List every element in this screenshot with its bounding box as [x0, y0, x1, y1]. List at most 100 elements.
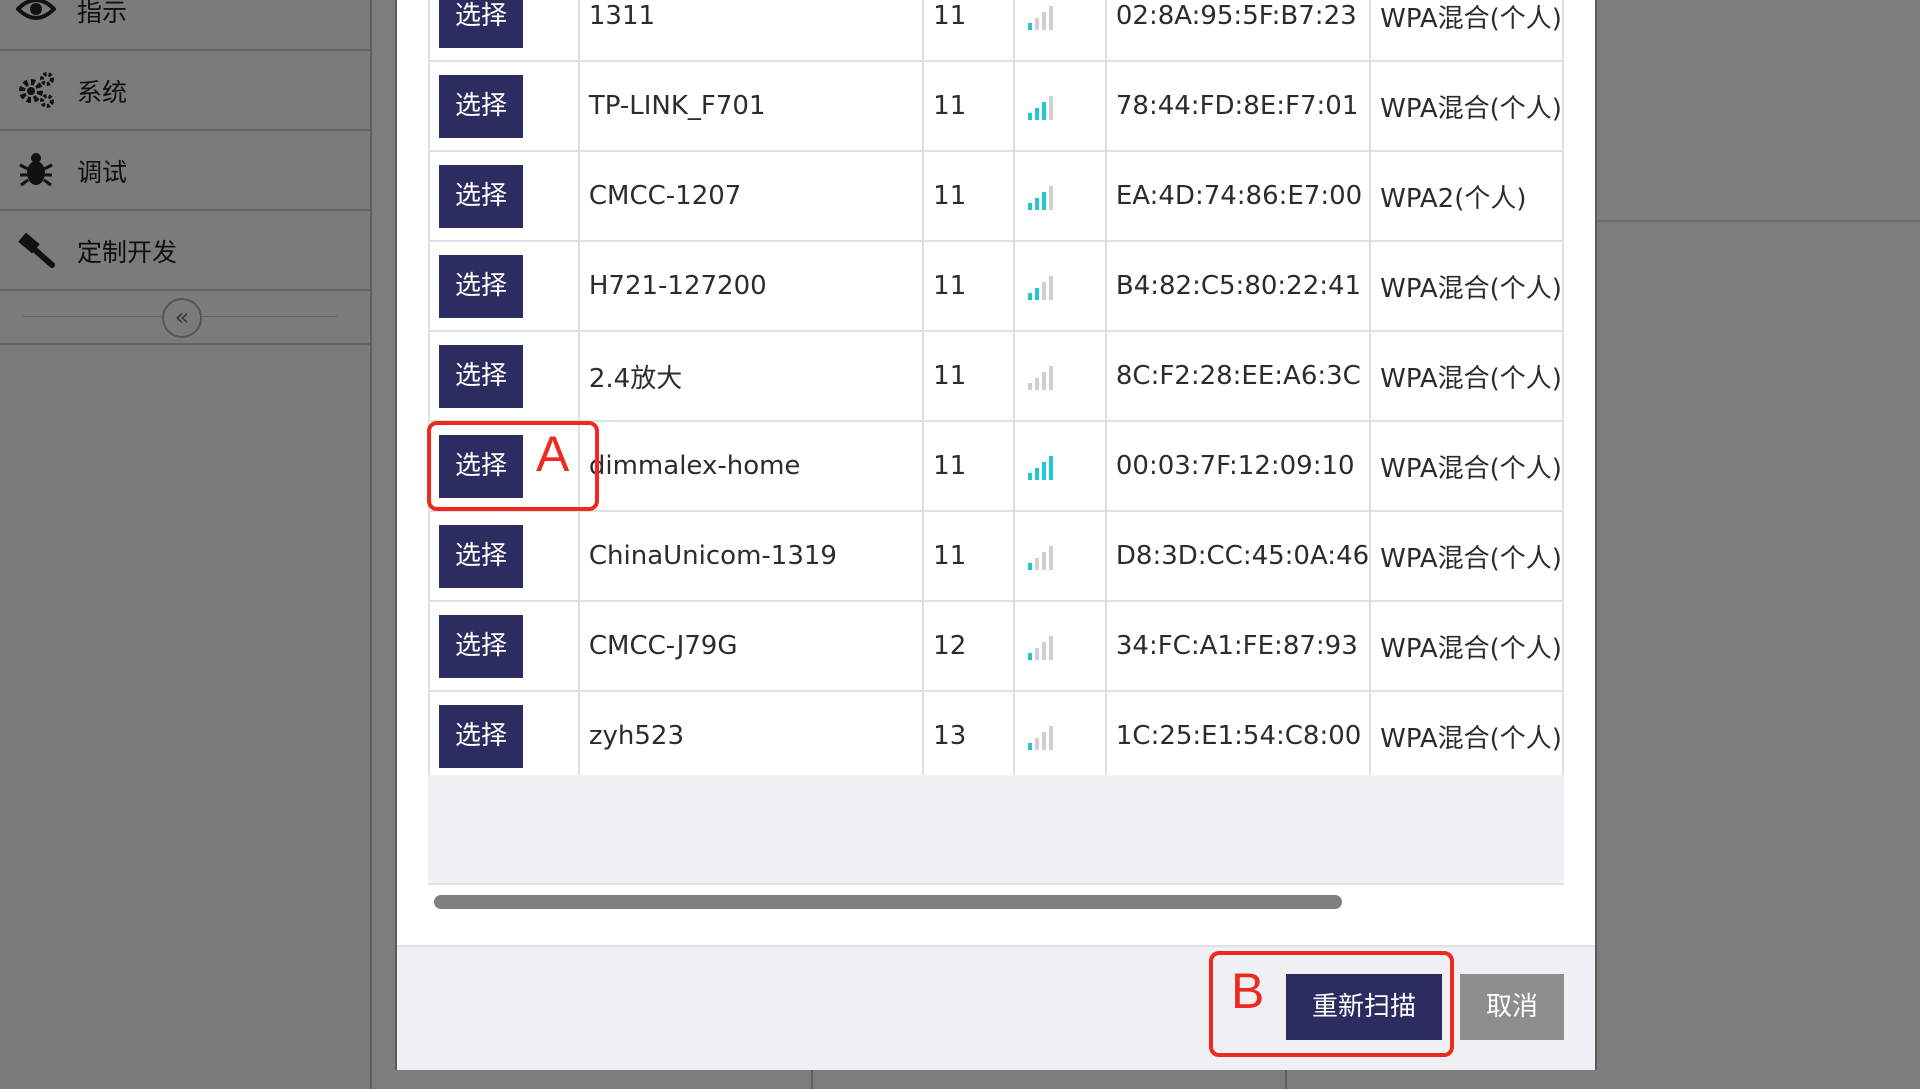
security-cell: WPA混合(个人): [1370, 61, 1564, 152]
select-network-button[interactable]: 选择: [439, 74, 523, 138]
table-row: 选择 CMCC-1207 11 EA:4D:74:86:E7:00 WPA2(个人): [428, 151, 1564, 242]
wifi-scan-dialog: 选择 1311 11 02:8A:95:5F:B7:23 WPA混合(个人) 选择 TP-L…: [395, 0, 1597, 1070]
gears-icon: [19, 72, 54, 108]
signal-strength-icon: [1028, 274, 1058, 300]
select-network-button[interactable]: 选择: [439, 164, 523, 228]
sidebar-item-indicator[interactable]: 指示: [0, 0, 370, 51]
eye-icon: [16, 0, 56, 20]
table-row: 选择 1311 11 02:8A:95:5F:B7:23 WPA混合(个人): [428, 0, 1564, 62]
channel-cell: 11: [923, 151, 1016, 242]
select-cell: 选择: [428, 511, 580, 602]
bssid-cell: 02:8A:95:5F:B7:23: [1105, 0, 1372, 62]
select-network-button[interactable]: 选择: [439, 704, 523, 768]
ssid-cell: 1311: [578, 0, 925, 62]
signal-cell: [1014, 331, 1107, 422]
ssid-cell: ChinaUnicom-1319: [578, 511, 925, 602]
bssid-cell: 8C:F2:28:EE:A6:3C: [1105, 331, 1372, 422]
table-row: 选择 CMCC-J79G 12 34:FC:A1:FE:87:93 WPA混合(个人): [428, 601, 1564, 692]
signal-strength-icon: [1028, 94, 1058, 120]
channel-cell: 11: [923, 0, 1016, 62]
select-cell: 选择: [428, 0, 580, 62]
ssid-cell: TP-LINK_F701: [578, 61, 925, 152]
security-cell: WPA混合(个人): [1370, 601, 1564, 692]
security-cell: WPA混合(个人): [1370, 691, 1564, 783]
bssid-cell: 78:44:FD:8E:F7:01: [1105, 61, 1372, 152]
security-cell: WPA混合(个人): [1370, 421, 1564, 512]
bssid-cell: 34:FC:A1:FE:87:93: [1105, 601, 1372, 692]
sidebar: 指示 系统 调试 定制开发 «: [0, 0, 372, 1089]
select-cell: 选择: [428, 241, 580, 332]
signal-cell: [1014, 601, 1107, 692]
bssid-cell: EA:4D:74:86:E7:00: [1105, 151, 1372, 242]
select-network-button[interactable]: 选择: [439, 254, 523, 318]
divider: [1285, 1068, 1287, 1089]
signal-strength-icon: [1028, 184, 1058, 210]
wifi-table: 选择 1311 11 02:8A:95:5F:B7:23 WPA混合(个人) 选择 TP-L…: [428, 0, 1564, 783]
sidebar-item-label: 系统: [77, 78, 128, 107]
channel-cell: 12: [923, 601, 1016, 692]
channel-cell: 13: [923, 691, 1016, 783]
channel-cell: 11: [923, 241, 1016, 332]
bssid-cell: 00:03:7F:12:09:10: [1105, 421, 1372, 512]
signal-strength-icon: [1028, 454, 1058, 480]
annotation-label-a: A: [536, 426, 570, 482]
ssid-cell: CMCC-1207: [578, 151, 925, 242]
security-cell: WPA混合(个人): [1370, 0, 1564, 62]
sidebar-item-label: 调试: [77, 158, 128, 187]
select-cell: 选择: [428, 331, 580, 422]
horizontal-scrollbar[interactable]: [428, 883, 1564, 915]
bssid-cell: 1C:25:E1:54:C8:00: [1105, 691, 1372, 783]
select-network-button[interactable]: 选择: [439, 614, 523, 678]
signal-strength-icon: [1028, 724, 1058, 750]
bssid-cell: B4:82:C5:80:22:41: [1105, 241, 1372, 332]
ssid-cell: CMCC-J79G: [578, 601, 925, 692]
select-network-button[interactable]: 选择: [439, 344, 523, 408]
signal-cell: [1014, 241, 1107, 332]
divider: [1594, 220, 1920, 222]
channel-cell: 11: [923, 511, 1016, 602]
table-row: 选择 ChinaUnicom-1319 11 D8:3D:CC:45:0A:46 WPA…: [428, 511, 1564, 602]
sidebar-collapse-row: «: [0, 291, 370, 345]
ssid-cell: zyh523: [578, 691, 925, 783]
select-network-button[interactable]: 选择: [439, 0, 523, 48]
cancel-button[interactable]: 取消: [1460, 974, 1564, 1040]
ssid-cell: 2.4放大: [578, 331, 925, 422]
channel-cell: 11: [923, 421, 1016, 512]
select-cell: 选择: [428, 151, 580, 242]
signal-cell: [1014, 511, 1107, 602]
select-network-button[interactable]: 选择: [439, 524, 523, 588]
select-cell: 选择: [428, 601, 580, 692]
security-cell: WPA混合(个人): [1370, 331, 1564, 422]
table-row: 选择 2.4放大 11 8C:F2:28:EE:A6:3C WPA混合(个人): [428, 331, 1564, 422]
collapse-sidebar-button[interactable]: «: [162, 298, 202, 338]
sidebar-item-custom-dev[interactable]: 定制开发: [0, 211, 370, 291]
table-row: 选择 H721-127200 11 B4:82:C5:80:22:41 WPA混合(个人…: [428, 241, 1564, 332]
channel-cell: 11: [923, 61, 1016, 152]
table-row: 选择 dimmalex-home 11 00:03:7F:12:09:10 WPA混合(…: [428, 421, 1564, 512]
security-cell: WPA混合(个人): [1370, 241, 1564, 332]
hammer-icon: [18, 232, 55, 268]
scrollbar-thumb[interactable]: [434, 895, 1342, 909]
channel-cell: 11: [923, 331, 1016, 422]
signal-cell: [1014, 421, 1107, 512]
select-cell: 选择: [428, 61, 580, 152]
signal-strength-icon: [1028, 634, 1058, 660]
annotation-label-b: B: [1231, 963, 1265, 1019]
sidebar-item-label: 指示: [77, 0, 128, 27]
sidebar-item-label: 定制开发: [77, 238, 178, 267]
signal-cell: [1014, 151, 1107, 242]
table-empty-area: [428, 775, 1564, 883]
security-cell: WPA混合(个人): [1370, 511, 1564, 602]
ssid-cell: dimmalex-home: [578, 421, 925, 512]
signal-strength-icon: [1028, 4, 1058, 30]
signal-strength-icon: [1028, 544, 1058, 570]
table-row: 选择 TP-LINK_F701 11 78:44:FD:8E:F7:01 WPA混合(个…: [428, 61, 1564, 152]
sidebar-item-system[interactable]: 系统: [0, 51, 370, 131]
bug-icon: [19, 153, 53, 187]
divider: [811, 1068, 813, 1089]
ssid-cell: H721-127200: [578, 241, 925, 332]
select-cell: 选择: [428, 691, 580, 783]
sidebar-item-debug[interactable]: 调试: [0, 131, 370, 211]
signal-strength-icon: [1028, 364, 1058, 390]
signal-cell: [1014, 61, 1107, 152]
